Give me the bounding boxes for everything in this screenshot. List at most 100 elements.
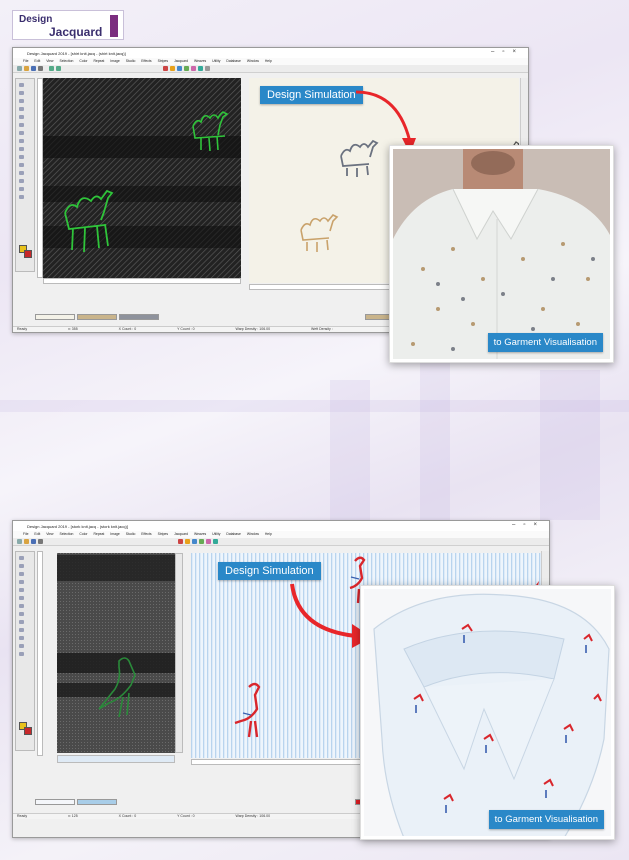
b-menu-utility[interactable]: Utility <box>212 532 220 536</box>
b-simulation-icon[interactable] <box>213 539 218 544</box>
settings-icon[interactable] <box>205 66 210 71</box>
menu-selection[interactable]: Selection <box>59 59 73 63</box>
b-text-tool-icon[interactable] <box>19 612 24 616</box>
b-select-tool-icon[interactable] <box>19 652 24 656</box>
logo-line2: Jacquard <box>49 25 103 39</box>
b-open-icon[interactable] <box>24 539 29 544</box>
undo-icon[interactable] <box>49 66 54 71</box>
menu-effects[interactable]: Effects <box>141 59 151 63</box>
menu-color[interactable]: Color <box>79 59 87 63</box>
background-color-swatch[interactable] <box>24 250 32 258</box>
b-menu-view[interactable]: View <box>46 532 53 536</box>
text-tool-icon[interactable] <box>19 139 24 143</box>
color-icon[interactable] <box>170 66 175 71</box>
zoom-icon[interactable] <box>163 66 168 71</box>
b-save-icon[interactable] <box>31 539 36 544</box>
b-menu-window[interactable]: Window <box>247 532 259 536</box>
b-color-chip-blue[interactable] <box>77 799 117 805</box>
menu-database[interactable]: Database <box>226 59 241 63</box>
new-file-icon[interactable] <box>17 66 22 71</box>
b-fill-tool-icon[interactable] <box>19 604 24 608</box>
color-chip-tan[interactable] <box>77 314 117 320</box>
b-weave-icon[interactable] <box>199 539 204 544</box>
b-zoom-tool-icon[interactable] <box>19 644 24 648</box>
b-zoom-icon[interactable] <box>178 539 183 544</box>
bottom-jacquard-design-panel[interactable] <box>57 553 175 753</box>
open-icon[interactable] <box>24 66 29 71</box>
fill-tool-icon[interactable] <box>19 131 24 135</box>
pointer-tool-icon[interactable] <box>19 83 24 87</box>
window-controls[interactable]: –▫× <box>491 49 524 55</box>
b-menu-edit[interactable]: Edit <box>34 532 40 536</box>
rect-tool-icon[interactable] <box>19 115 24 119</box>
top-jacquard-design-panel[interactable] <box>43 78 241 278</box>
color-chip-gray[interactable] <box>119 314 159 320</box>
bottom-left-scroll[interactable] <box>175 553 183 753</box>
menu-weaves[interactable]: Weaves <box>194 59 206 63</box>
b-menu-database[interactable]: Database <box>226 532 241 536</box>
menu-help[interactable]: Help <box>265 59 272 63</box>
repeat-icon[interactable] <box>191 66 196 71</box>
b-picker-tool-icon[interactable] <box>19 628 24 632</box>
menu-image[interactable]: Image <box>110 59 119 63</box>
b-color-icon[interactable] <box>185 539 190 544</box>
b-background-color-swatch[interactable] <box>24 727 32 735</box>
picker-tool-icon[interactable] <box>19 155 24 159</box>
menu-stripes[interactable]: Stripes <box>158 59 169 63</box>
brush-tool-icon[interactable] <box>19 99 24 103</box>
b-print-icon[interactable] <box>38 539 43 544</box>
b-status-warp-density: Warp Density : 106.00 <box>235 814 271 818</box>
save-icon[interactable] <box>31 66 36 71</box>
menu-utility[interactable]: Utility <box>212 59 220 63</box>
menu-file[interactable]: File <box>23 59 28 63</box>
color-chip-white[interactable] <box>35 314 75 320</box>
status-y-count: Y Count : 0 <box>177 327 195 331</box>
b-menu-image[interactable]: Image <box>110 532 119 536</box>
line-tool-icon[interactable] <box>19 107 24 111</box>
b-grid-icon[interactable] <box>192 539 197 544</box>
b-brush-tool-icon[interactable] <box>19 572 24 576</box>
b-ellipse-tool-icon[interactable] <box>19 596 24 600</box>
b-color-chip-white[interactable] <box>35 799 75 805</box>
redo-icon[interactable] <box>56 66 61 71</box>
simulation-icon[interactable] <box>198 66 203 71</box>
b-menu-jacquard[interactable]: Jacquard <box>174 532 188 536</box>
b-repeat-icon[interactable] <box>206 539 211 544</box>
b-new-file-icon[interactable] <box>17 539 22 544</box>
b-menu-stripes[interactable]: Stripes <box>158 532 169 536</box>
ellipse-tool-icon[interactable] <box>19 123 24 127</box>
menu-repeat[interactable]: Repeat <box>93 59 104 63</box>
b-menu-help[interactable]: Help <box>265 532 272 536</box>
b-menu-color[interactable]: Color <box>79 532 87 536</box>
b-pencil-tool-icon[interactable] <box>19 564 24 568</box>
pencil-tool-icon[interactable] <box>19 91 24 95</box>
menu-jacquard[interactable]: Jacquard <box>174 59 188 63</box>
grid-icon[interactable] <box>177 66 182 71</box>
b-menu-studio[interactable]: Studio <box>126 532 136 536</box>
b-menu-file[interactable]: File <box>23 532 28 536</box>
hand-tool-icon[interactable] <box>19 195 24 199</box>
brand-logo: Design Jacquard <box>12 10 124 40</box>
b-menu-weaves[interactable]: Weaves <box>194 532 206 536</box>
b-menu-effects[interactable]: Effects <box>141 532 151 536</box>
b-eraser-tool-icon[interactable] <box>19 620 24 624</box>
status-weft-density: Weft Density : <box>311 327 333 331</box>
menu-window[interactable]: Window <box>247 59 259 63</box>
eraser-tool-icon[interactable] <box>19 147 24 151</box>
b-menu-selection[interactable]: Selection <box>59 532 73 536</box>
menu-studio[interactable]: Studio <box>126 59 136 63</box>
bottom-window-controls[interactable]: –▫× <box>512 522 545 528</box>
zoom-tool-icon[interactable] <box>19 171 24 175</box>
b-move-tool-icon[interactable] <box>19 636 24 640</box>
print-icon[interactable] <box>38 66 43 71</box>
menu-view[interactable]: View <box>46 59 53 63</box>
weave-icon[interactable] <box>184 66 189 71</box>
b-pointer-tool-icon[interactable] <box>19 556 24 560</box>
menu-edit[interactable]: Edit <box>34 59 40 63</box>
b-menu-repeat[interactable]: Repeat <box>93 532 104 536</box>
crop-tool-icon[interactable] <box>19 187 24 191</box>
move-tool-icon[interactable] <box>19 163 24 167</box>
select-tool-icon[interactable] <box>19 179 24 183</box>
b-line-tool-icon[interactable] <box>19 580 24 584</box>
b-rect-tool-icon[interactable] <box>19 588 24 592</box>
